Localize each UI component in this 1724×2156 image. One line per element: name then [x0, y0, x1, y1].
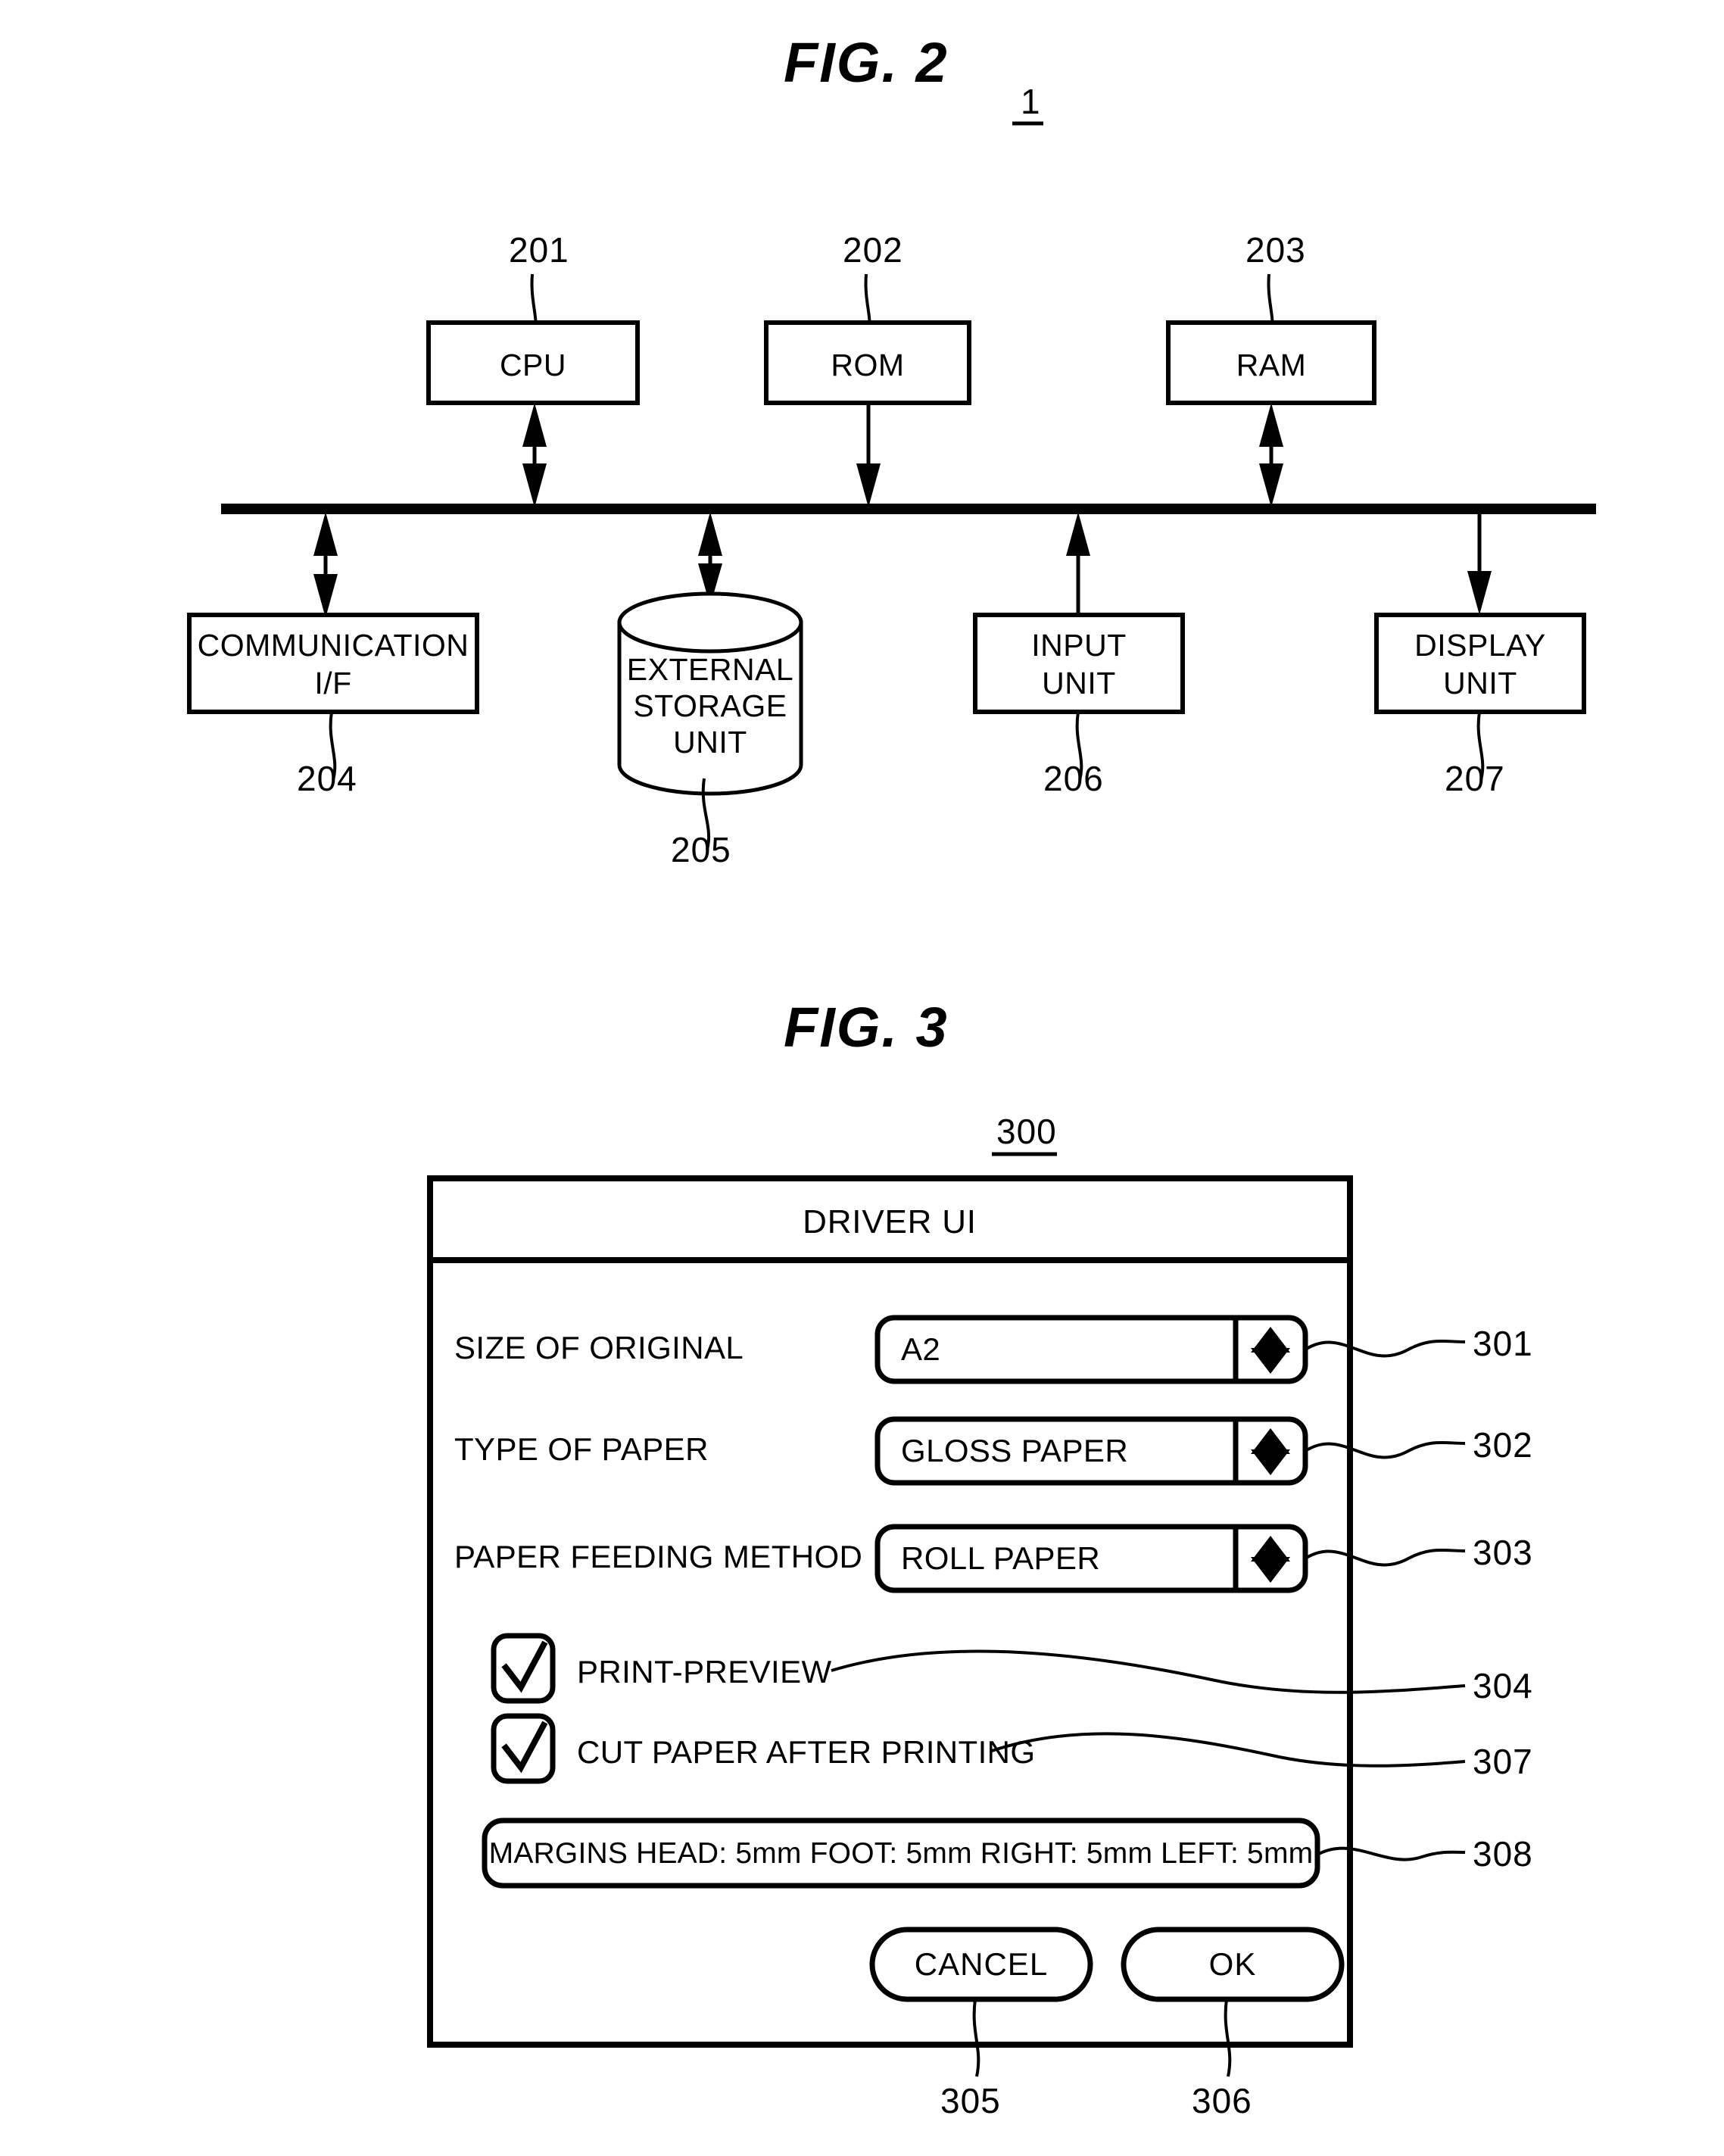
- ok-button-label: OK: [1209, 1946, 1257, 1982]
- dialog-ref-number: 300: [996, 1112, 1057, 1151]
- ref-number-307: 307: [1473, 1742, 1533, 1781]
- communication-arrow-up: [313, 512, 338, 556]
- external-storage-label-line3: UNIT: [673, 725, 747, 760]
- communication-if-label-line1: COMMUNICATION: [198, 628, 469, 663]
- field-label-paper-feeding-method: PAPER FEEDING METHOD: [454, 1539, 862, 1574]
- field-label-size-of-original: SIZE OF ORIGINAL: [454, 1330, 744, 1365]
- ram-block-label: RAM: [1236, 348, 1307, 382]
- checkbox-label-print-preview: PRINT-PREVIEW: [577, 1654, 832, 1690]
- field-value-type-of-paper: GLOSS PAPER: [901, 1433, 1128, 1468]
- field-label-type-of-paper: TYPE OF PAPER: [454, 1431, 709, 1467]
- ref-number-303: 303: [1473, 1533, 1533, 1572]
- display-arrow-down: [1467, 571, 1492, 615]
- checkbox-label-cut-paper-after-printing: CUT PAPER AFTER PRINTING: [577, 1734, 1035, 1770]
- input-unit-label-line2: UNIT: [1042, 666, 1116, 700]
- ref-number-204: 204: [297, 759, 357, 798]
- cpu-arrow-up: [522, 403, 547, 447]
- field-value-size-of-original: A2: [901, 1331, 940, 1367]
- communication-if-label-line2: I/F: [314, 666, 351, 700]
- communication-arrow-down: [313, 574, 338, 618]
- storage-arrow-up: [698, 512, 722, 556]
- ram-arrow-down: [1259, 463, 1283, 507]
- ref-number-205: 205: [671, 830, 731, 869]
- ref-number-301: 301: [1473, 1324, 1533, 1363]
- margins-bar-text: MARGINS HEAD: 5mm FOOT: 5mm RIGHT: 5mm L…: [489, 1837, 1314, 1870]
- dialog-title: DRIVER UI: [803, 1203, 977, 1240]
- display-unit-label-line2: UNIT: [1443, 666, 1517, 700]
- rom-arrow-down: [856, 463, 881, 507]
- external-storage-label-line1: EXTERNAL: [627, 652, 793, 687]
- rom-block-label: ROM: [831, 348, 904, 382]
- external-storage-label-line2: STORAGE: [633, 688, 787, 723]
- field-input-size-of-original[interactable]: [874, 1315, 1308, 1384]
- field-value-paper-feeding-method: ROLL PAPER: [901, 1540, 1100, 1576]
- figure-3-title: FIG. 3: [784, 996, 949, 1059]
- patent-figure-sheet: FIG. 2 1 201 202 203 CPU ROM RAM COMMUNI…: [0, 0, 1724, 2156]
- ref-number-206: 206: [1043, 759, 1104, 798]
- cpu-arrow-down: [522, 463, 547, 507]
- external-storage-cylinder-top: [617, 591, 803, 654]
- system-ref-number: 1: [1021, 82, 1041, 121]
- ref-number-201: 201: [509, 230, 569, 270]
- driver-ui-dialog: [427, 1175, 1353, 2048]
- ref-number-308: 308: [1473, 1834, 1533, 1874]
- input-arrow-up: [1066, 512, 1090, 556]
- display-unit-label-line1: DISPLAY: [1414, 628, 1546, 663]
- cpu-block-label: CPU: [500, 348, 566, 382]
- ref-number-207: 207: [1445, 759, 1505, 798]
- ref-number-305: 305: [940, 2081, 1001, 2120]
- ref-number-203: 203: [1245, 230, 1306, 270]
- ref-number-302: 302: [1473, 1425, 1533, 1465]
- ref-number-202: 202: [843, 230, 903, 270]
- input-unit-label-line1: INPUT: [1031, 628, 1127, 663]
- figure-2-title: FIG. 2: [784, 31, 949, 94]
- ref-number-304: 304: [1473, 1666, 1533, 1705]
- ram-arrow-up: [1259, 403, 1283, 447]
- cancel-button-label: CANCEL: [915, 1946, 1048, 1982]
- ref-number-306: 306: [1192, 2081, 1252, 2120]
- figure-2-drawing: FIG. 2 1 201 202 203 CPU ROM RAM COMMUNI…: [187, 31, 1596, 2120]
